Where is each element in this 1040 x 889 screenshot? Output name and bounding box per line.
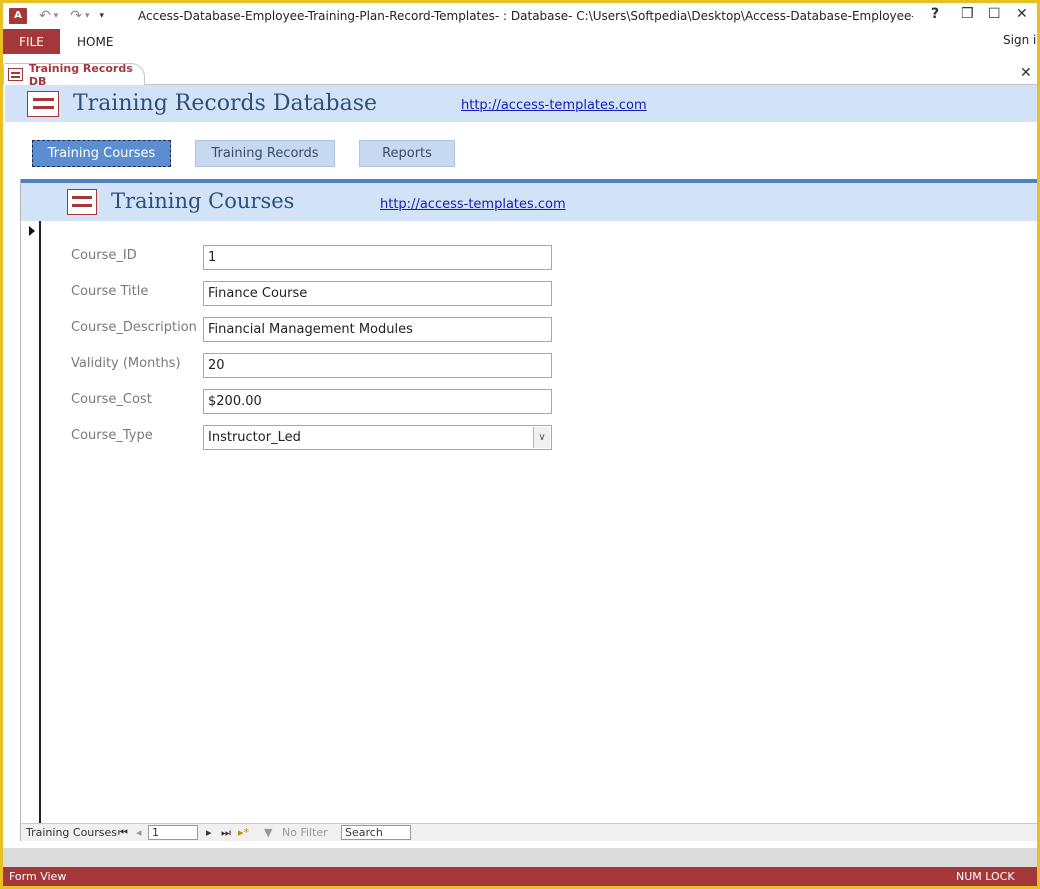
file-tab[interactable]: FILE bbox=[3, 29, 60, 54]
course-cost-field[interactable]: $200.00 bbox=[203, 389, 552, 414]
undo-dropdown-icon[interactable]: ▾ bbox=[54, 11, 59, 21]
access-window: A ↶ ▾ ↷ ▾ ▾ Access-Database-Employee-Tra… bbox=[3, 3, 1037, 886]
ribbon-display-icon[interactable]: ❒ bbox=[961, 6, 974, 22]
course-description-field[interactable]: Financial Management Modules bbox=[203, 317, 552, 342]
course-title-label: Course Title bbox=[71, 284, 149, 299]
previous-record-icon[interactable]: ◂ bbox=[136, 826, 142, 839]
first-record-icon[interactable]: ⏮ bbox=[118, 826, 128, 840]
current-record-input[interactable]: 1 bbox=[148, 825, 198, 840]
record-nav-label: Training Courses bbox=[26, 826, 118, 839]
no-filter-indicator[interactable]: No Filter bbox=[282, 826, 328, 839]
training-records-button[interactable]: Training Records bbox=[195, 140, 335, 167]
course-title-field[interactable]: Finance Course bbox=[203, 281, 552, 306]
undo-icon[interactable]: ↶ bbox=[39, 8, 51, 24]
form-bottom-band bbox=[3, 848, 1037, 867]
home-tab[interactable]: HOME bbox=[77, 35, 113, 49]
status-bar: Form View NUM LOCK bbox=[3, 867, 1037, 886]
document-tab-label: Training Records DB bbox=[28, 61, 133, 88]
next-record-icon[interactable]: ▸ bbox=[206, 826, 212, 839]
customize-toolbar-icon[interactable]: ▾ bbox=[100, 11, 105, 21]
course-cost-label: Course_Cost bbox=[71, 392, 152, 407]
sign-in-link[interactable]: Sign in bbox=[1003, 33, 1037, 47]
main-form-header: Training Records Database http://access-… bbox=[5, 85, 1037, 122]
title-bar: A ↶ ▾ ↷ ▾ ▾ Access-Database-Employee-Tra… bbox=[3, 3, 1037, 28]
help-icon[interactable]: ? bbox=[931, 6, 939, 22]
validity-months-field[interactable]: 20 bbox=[203, 353, 552, 378]
close-window-icon[interactable]: ✕ bbox=[1016, 6, 1028, 22]
maximize-icon[interactable]: ☐ bbox=[988, 6, 1001, 22]
new-record-icon[interactable]: ▸* bbox=[238, 826, 249, 839]
subform-icon bbox=[67, 189, 97, 215]
subform-header: Training Courses http://access-templates… bbox=[21, 183, 1037, 221]
training-courses-subform: Training Courses http://access-templates… bbox=[20, 179, 1037, 841]
record-navigation-bar: Training Courses ⏮ ◂ 1 ▸ ⏭ ▸* ▼ No Filte… bbox=[21, 823, 1037, 841]
current-record-arrow-icon bbox=[29, 226, 35, 236]
course-id-label: Course_ID bbox=[71, 248, 137, 263]
document-tab-training-records-db[interactable]: Training Records DB bbox=[3, 61, 145, 88]
record-selector[interactable] bbox=[21, 221, 41, 823]
document-tab-strip: Training Records DB ✕ bbox=[3, 61, 1037, 88]
course-id-field[interactable]: 1 bbox=[203, 245, 552, 270]
training-courses-button[interactable]: Training Courses bbox=[32, 140, 171, 167]
subform-website-link[interactable]: http://access-templates.com bbox=[380, 197, 566, 212]
form-icon bbox=[8, 68, 23, 81]
chevron-down-icon[interactable]: ∨ bbox=[533, 427, 550, 448]
ribbon-tabs: FILE HOME Sign in bbox=[3, 28, 1037, 55]
close-document-icon[interactable]: ✕ bbox=[1020, 65, 1032, 81]
course-type-value: Instructor_Led bbox=[208, 430, 301, 445]
redo-icon[interactable]: ↷ bbox=[70, 8, 82, 24]
header-website-link[interactable]: http://access-templates.com bbox=[461, 98, 647, 113]
access-app-icon[interactable]: A bbox=[9, 7, 27, 24]
last-record-icon[interactable]: ⏭ bbox=[221, 826, 231, 840]
validity-months-label: Validity (Months) bbox=[71, 356, 181, 371]
search-input[interactable]: Search bbox=[341, 825, 411, 840]
window-title: Access-Database-Employee-Training-Plan-R… bbox=[138, 9, 913, 23]
redo-dropdown-icon[interactable]: ▾ bbox=[85, 11, 90, 21]
filter-icon: ▼ bbox=[264, 826, 273, 839]
course-description-label: Course_Description bbox=[71, 320, 197, 335]
subform-title: Training Courses bbox=[111, 189, 295, 213]
course-type-combo[interactable]: Instructor_Led ∨ bbox=[203, 425, 552, 450]
reports-button[interactable]: Reports bbox=[359, 140, 455, 167]
course-type-label: Course_Type bbox=[71, 428, 153, 443]
num-lock-indicator: NUM LOCK bbox=[956, 870, 1015, 883]
page-title: Training Records Database bbox=[73, 91, 378, 116]
database-form-icon bbox=[27, 91, 59, 117]
view-mode-label: Form View bbox=[9, 870, 67, 883]
